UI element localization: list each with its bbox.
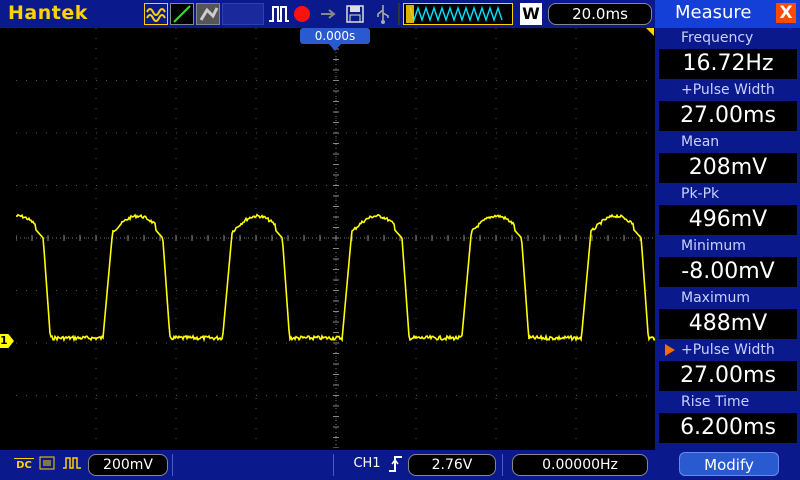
ramp-wave-icon[interactable] xyxy=(170,3,194,25)
measure-label[interactable]: Rise Time xyxy=(681,393,799,411)
measure-label[interactable]: +Pulse Width xyxy=(681,341,799,359)
frequency-counter-readout: 0.00000Hz xyxy=(512,454,648,476)
close-icon[interactable]: X xyxy=(776,3,796,23)
modify-button[interactable]: Modify xyxy=(679,452,779,476)
measure-value: 16.72Hz xyxy=(659,49,797,79)
measure-label[interactable]: +Pulse Width xyxy=(681,81,799,99)
usb-icon[interactable] xyxy=(372,3,394,25)
measure-value: 6.200ms xyxy=(659,413,797,443)
acquire-mode-badge[interactable]: W xyxy=(520,3,542,25)
trigger-level-marker[interactable] xyxy=(646,28,654,36)
measure-panel: Measure X Frequency 16.72Hz +Pulse Width 27… xyxy=(655,0,800,480)
measure-label[interactable]: Frequency xyxy=(681,29,799,47)
waveform-display[interactable] xyxy=(16,28,656,448)
measure-label[interactable]: Pk-Pk xyxy=(681,185,799,203)
record-icon[interactable] xyxy=(294,6,310,22)
ch1-trace xyxy=(16,213,656,343)
bandwidth-limit-icon xyxy=(38,454,56,476)
channel-volts-readout[interactable]: 200mV xyxy=(88,454,168,476)
selected-item-arrow-icon xyxy=(665,344,675,356)
measure-value: 488mV xyxy=(659,309,797,339)
channel1-level-marker[interactable]: 1 xyxy=(0,334,14,348)
statusbar-divider xyxy=(502,454,503,476)
rising-edge-icon xyxy=(386,454,406,476)
save-icon[interactable] xyxy=(344,3,366,25)
wave-style-icon[interactable] xyxy=(144,3,168,25)
bottom-statusbar: DC 200mV CH1 2.76V 0.00000Hz xyxy=(0,450,655,480)
coupling-label: DC xyxy=(16,460,32,471)
measure-label[interactable]: Mean xyxy=(681,133,799,151)
trigger-source-label: CH1 xyxy=(353,456,381,471)
dc-coupling-icon: DC xyxy=(14,454,34,476)
trigger-level-readout[interactable]: 2.76V xyxy=(408,454,496,476)
top-toolbar: Hantek W 20.0ms xyxy=(0,0,655,28)
measure-label[interactable]: Minimum xyxy=(681,237,799,255)
statusbar-divider xyxy=(172,454,173,476)
statusbar-divider xyxy=(333,454,334,476)
invert-icon xyxy=(62,454,82,476)
measure-value: -8.00mV xyxy=(659,257,797,287)
pulse-icon[interactable] xyxy=(268,3,290,25)
measure-label[interactable]: Maximum xyxy=(681,289,799,307)
toolbar-divider xyxy=(398,3,400,25)
memory-wave-icon[interactable] xyxy=(403,3,513,25)
timebase-readout[interactable]: 20.0ms xyxy=(548,3,652,25)
measure-value: 496mV xyxy=(659,205,797,235)
measure-panel-title: Measure xyxy=(675,2,752,23)
trigger-position-arrow xyxy=(329,44,341,51)
trigger-position-badge[interactable]: 0.000s xyxy=(300,28,370,44)
measure-value: 208mV xyxy=(659,153,797,183)
measure-panel-header: Measure X xyxy=(655,0,800,28)
blank-indicator xyxy=(222,3,264,25)
measure-value: 27.00ms xyxy=(659,361,797,391)
waveform-canvas xyxy=(16,28,656,448)
persist-icon[interactable] xyxy=(196,3,220,25)
brand-logo: Hantek xyxy=(8,2,88,24)
arrow-icon[interactable] xyxy=(318,3,340,25)
measure-value: 27.00ms xyxy=(659,101,797,131)
